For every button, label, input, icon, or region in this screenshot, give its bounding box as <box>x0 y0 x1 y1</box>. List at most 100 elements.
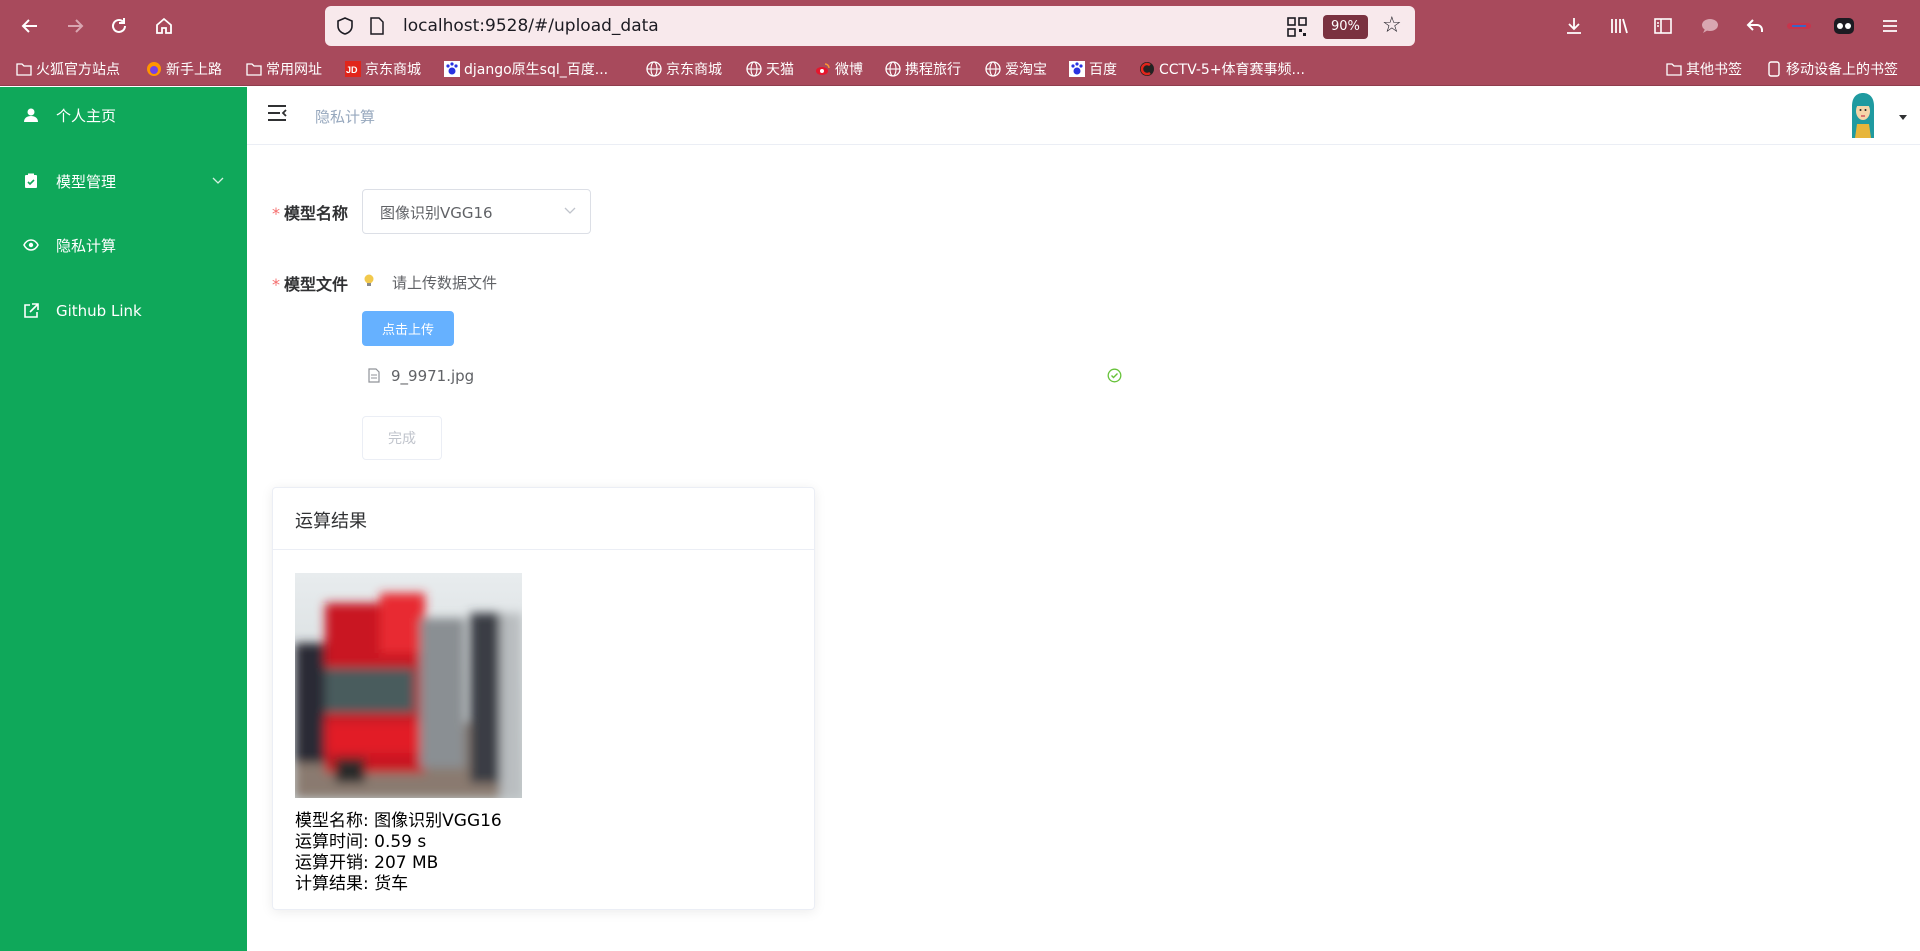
url-text[interactable]: localhost:9528/#/upload_data <box>403 16 659 36</box>
bookmark-label: 新手上路 <box>166 62 222 78</box>
home-icon <box>156 17 172 34</box>
bookmark-label: 常用网址 <box>266 62 322 78</box>
chat-bubble-icon <box>1702 19 1718 33</box>
uploaded-file-name: 9_9971.jpg <box>391 367 475 385</box>
required-mark: * <box>272 275 280 294</box>
reload-button[interactable] <box>103 10 135 42</box>
sidebar-item-model-management[interactable]: 模型管理 <box>0 153 247 209</box>
cctv-icon <box>1139 61 1155 77</box>
bookmark-label: 其他书签 <box>1686 62 1742 78</box>
browser-toolbar: localhost:9528/#/upload_data 90% ☆ <box>0 0 1920 51</box>
bookmark-folder-mobile[interactable]: 移动设备上的书签 <box>1766 59 1898 79</box>
upload-button[interactable]: 点击上传 <box>362 311 454 346</box>
breadcrumb: 隐私计算 <box>315 108 376 126</box>
address-bar[interactable]: localhost:9528/#/upload_data 90% ☆ <box>325 6 1415 46</box>
shield-icon[interactable] <box>335 16 355 36</box>
bookmark-label: 微博 <box>835 62 863 78</box>
bookmark-item[interactable]: django原生sql_百度... <box>444 59 608 79</box>
bookmark-item[interactable]: JD 京东商城 <box>345 59 421 79</box>
bookmark-item[interactable]: 微博 <box>815 59 863 79</box>
qr-code-icon[interactable] <box>1287 17 1307 37</box>
result-card: 运算结果 模型名称: 图像识别VGG16 运算时间: 0.59 s 运算开销: … <box>272 487 815 910</box>
bookmark-item[interactable]: 新手上路 <box>146 59 222 79</box>
bookmark-label: 天猫 <box>766 62 794 78</box>
bookmark-item[interactable]: 天猫 <box>746 59 794 79</box>
result-card-title: 运算结果 <box>295 511 367 532</box>
firefox-icon <box>146 61 162 77</box>
bookmark-label: 京东商城 <box>365 62 421 78</box>
bookmark-label: 火狐官方站点 <box>36 62 120 78</box>
result-card-header: 运算结果 <box>273 488 814 550</box>
model-file-label-text: 模型文件 <box>284 275 349 294</box>
lightbulb-icon <box>364 274 374 286</box>
baidu-paw-icon <box>444 61 460 77</box>
check-circle-icon <box>1107 368 1122 383</box>
bookmark-label: 携程旅行 <box>905 62 961 78</box>
model-file-label: * 模型文件 <box>272 271 348 295</box>
bookmark-item[interactable]: CCTV-5+体育赛事频... <box>1139 59 1305 79</box>
uploaded-file-item[interactable]: 9_9971.jpg <box>362 364 1124 388</box>
sidebar-item-privacy-computing[interactable]: 隐私计算 <box>0 217 247 273</box>
svg-text:JD: JD <box>346 65 358 75</box>
extension-mask-button[interactable] <box>1828 10 1860 42</box>
globe-icon <box>746 61 762 77</box>
collapse-sidebar-icon[interactable] <box>267 103 287 123</box>
hamburger-menu-icon <box>1883 20 1897 32</box>
downloads-button[interactable] <box>1558 10 1590 42</box>
bookmark-label: 百度 <box>1089 62 1117 78</box>
menu-button[interactable] <box>1874 10 1906 42</box>
cctv-extension-button[interactable] <box>1783 10 1815 42</box>
user-icon <box>24 108 38 122</box>
clipboard-icon <box>25 173 37 188</box>
bookmark-item[interactable]: 百度 <box>1069 59 1117 79</box>
folder-icon <box>1666 61 1682 77</box>
model-name-label: * 模型名称 <box>272 200 348 224</box>
home-button[interactable] <box>148 10 180 42</box>
model-name-select-value: 图像识别VGG16 <box>380 204 493 222</box>
bookmark-label: django原生sql_百度... <box>464 62 609 78</box>
model-name-select[interactable]: 图像识别VGG16 <box>362 189 591 234</box>
bookmark-label: 移动设备上的书签 <box>1786 62 1898 78</box>
avatar[interactable] <box>1846 92 1880 138</box>
download-icon <box>1567 18 1581 34</box>
bookmark-item[interactable]: 携程旅行 <box>885 59 961 79</box>
back-button[interactable] <box>14 10 46 42</box>
avatar-caret-icon[interactable] <box>1899 115 1907 120</box>
forward-button[interactable] <box>59 10 91 42</box>
bookmark-item[interactable]: 爱淘宝 <box>985 59 1047 79</box>
page-icon <box>370 17 384 35</box>
mobile-icon <box>1766 61 1782 77</box>
chat-button[interactable] <box>1694 10 1726 42</box>
upload-tip-text: 请上传数据文件 <box>392 274 498 292</box>
bookmark-folder-other[interactable]: 其他书签 <box>1666 59 1742 79</box>
undo-icon <box>1746 19 1763 32</box>
globe-icon <box>646 61 662 77</box>
result-row-label: 计算结果: <box>295 874 369 894</box>
sidebar-item-profile[interactable]: 个人主页 <box>0 87 247 143</box>
sidebar: 个人主页 模型管理 隐私计算 Github Link <box>0 87 247 951</box>
sidebar-item-github-link[interactable]: Github Link <box>0 283 247 339</box>
sidebar-icon <box>1654 18 1672 34</box>
bookmark-item[interactable]: 常用网址 <box>246 59 322 79</box>
bookmark-item[interactable]: 火狐官方站点 <box>16 59 120 79</box>
globe-icon <box>985 61 1001 77</box>
arrow-left-icon <box>21 19 37 33</box>
folder-icon <box>16 61 32 77</box>
arrow-right-icon <box>68 19 84 33</box>
sidebar-toggle-button[interactable] <box>1647 10 1679 42</box>
folder-icon <box>246 61 262 77</box>
undo-button[interactable] <box>1739 10 1771 42</box>
document-icon <box>368 368 380 383</box>
bookmark-star-icon[interactable]: ☆ <box>1382 13 1402 38</box>
required-mark: * <box>272 204 280 223</box>
zoom-level-badge[interactable]: 90% <box>1323 15 1368 39</box>
jd-icon: JD <box>345 61 361 77</box>
bookmark-item[interactable]: 京东商城 <box>646 59 722 79</box>
done-button[interactable]: 完成 <box>362 416 442 460</box>
library-button[interactable] <box>1603 10 1635 42</box>
bookmark-label: CCTV-5+体育赛事频... <box>1159 62 1305 78</box>
top-navbar: 隐私计算 <box>247 87 1920 145</box>
model-name-label-text: 模型名称 <box>284 204 349 223</box>
cctv-logo-icon <box>1787 23 1811 29</box>
baidu-paw-icon <box>1069 61 1085 77</box>
